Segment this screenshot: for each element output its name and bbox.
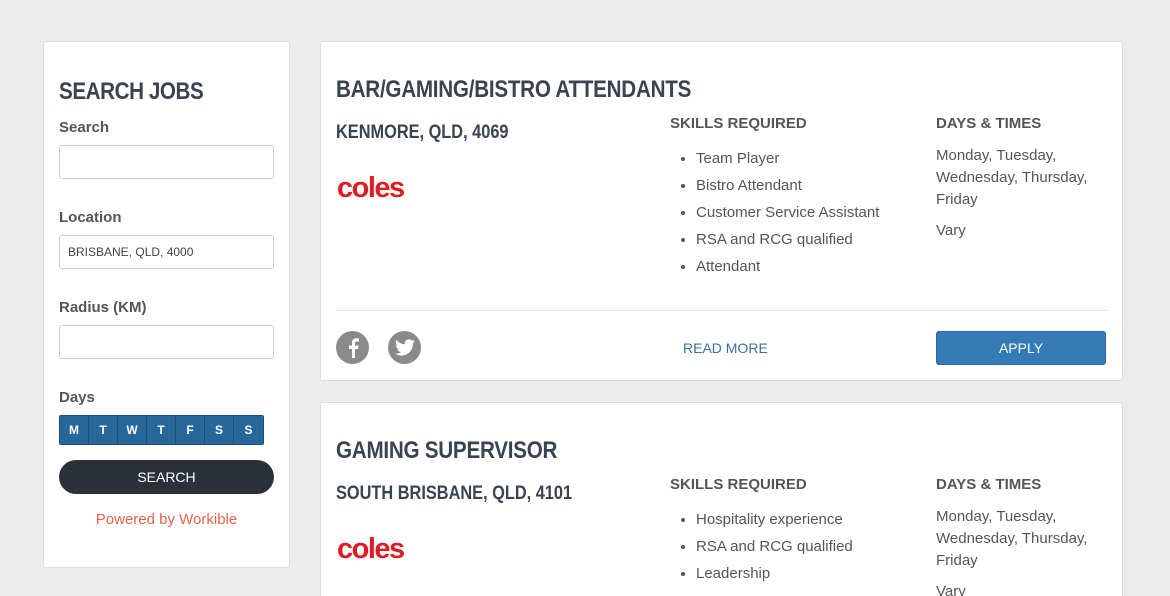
powered-by-link[interactable]: Powered by Workible <box>44 511 289 528</box>
skill-item: Bistro Attendant <box>696 176 879 203</box>
job-location: SOUTH BRISBANE, QLD, 4101 <box>336 483 573 504</box>
location-input[interactable]: BRISBANE, QLD, 4000 <box>59 235 274 269</box>
card-divider <box>336 310 1107 311</box>
job-card: BAR/GAMING/BISTRO ATTENDANTS KENMORE, QL… <box>320 41 1123 381</box>
search-input[interactable] <box>59 145 274 179</box>
day-wednesday-button[interactable]: W <box>118 416 147 444</box>
skills-list: Hospitality experience RSA and RCG quali… <box>670 510 853 591</box>
day-tuesday-button[interactable]: T <box>89 416 118 444</box>
radius-input[interactable] <box>59 325 274 359</box>
apply-button[interactable]: APPLY <box>936 331 1106 365</box>
days-times-heading: DAYS & TIMES <box>936 476 1042 493</box>
skills-heading: SKILLS REQUIRED <box>670 115 807 132</box>
skill-item: Customer Service Assistant <box>696 203 879 230</box>
day-saturday-button[interactable]: S <box>205 416 234 444</box>
search-jobs-title: SEARCH JOBS <box>59 78 204 105</box>
search-jobs-panel: SEARCH JOBS Search Location BRISBANE, QL… <box>43 41 290 568</box>
job-title: GAMING SUPERVISOR <box>336 437 558 464</box>
radius-label: Radius (KM) <box>59 299 147 316</box>
skill-item: Attendant <box>696 257 879 284</box>
skills-list: Team Player Bistro Attendant Customer Se… <box>670 149 879 284</box>
day-monday-button[interactable]: M <box>60 416 89 444</box>
skill-item: RSA and RCG qualified <box>696 230 879 257</box>
job-card: GAMING SUPERVISOR SOUTH BRISBANE, QLD, 4… <box>320 402 1123 596</box>
job-location: KENMORE, QLD, 4069 <box>336 122 509 143</box>
search-button[interactable]: SEARCH <box>59 460 274 494</box>
company-logo: coles <box>337 533 405 565</box>
read-more-link[interactable]: READ MORE <box>683 340 768 356</box>
day-thursday-button[interactable]: T <box>147 416 176 444</box>
job-days: Monday, Tuesday, Wednesday, Thursday, Fr… <box>936 147 1088 208</box>
job-days: Monday, Tuesday, Wednesday, Thursday, Fr… <box>936 508 1088 569</box>
job-times: Vary <box>936 222 966 239</box>
skill-item: RSA and RCG qualified <box>696 537 853 564</box>
location-label: Location <box>59 209 122 226</box>
twitter-share-button[interactable] <box>388 331 421 364</box>
skill-item: Team Player <box>696 149 879 176</box>
day-friday-button[interactable]: F <box>176 416 205 444</box>
twitter-icon <box>394 339 415 356</box>
skill-item: Hospitality experience <box>696 510 853 537</box>
day-sunday-button[interactable]: S <box>234 416 263 444</box>
days-label: Days <box>59 389 95 406</box>
skills-heading: SKILLS REQUIRED <box>670 476 807 493</box>
days-selector: M T W T F S S <box>59 415 264 445</box>
facebook-share-button[interactable] <box>336 331 369 364</box>
days-times-heading: DAYS & TIMES <box>936 115 1042 132</box>
job-title: BAR/GAMING/BISTRO ATTENDANTS <box>336 76 692 103</box>
company-logo: coles <box>337 172 405 204</box>
search-label: Search <box>59 119 110 136</box>
skill-item: Leadership <box>696 564 853 591</box>
facebook-icon <box>348 337 359 358</box>
job-times: Vary <box>936 583 966 596</box>
